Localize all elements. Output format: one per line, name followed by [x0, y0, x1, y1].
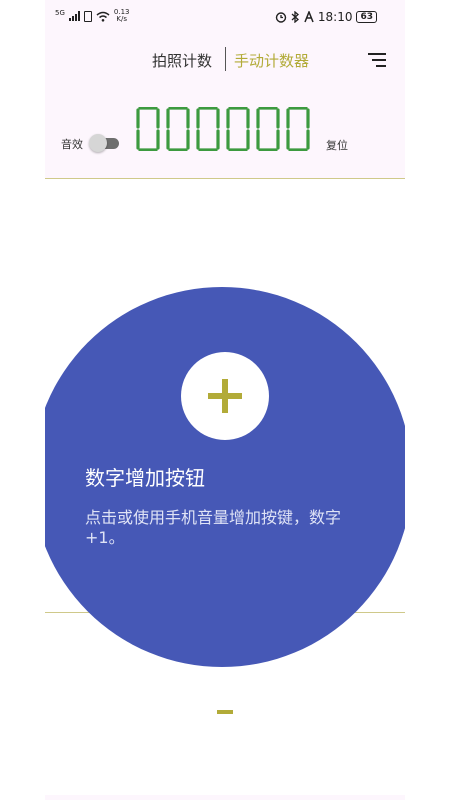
- counter-digit: 0: [256, 107, 280, 151]
- sound-label: 音效: [61, 138, 83, 151]
- clock: 18:10: [317, 10, 353, 24]
- bottom-strip: [45, 795, 405, 800]
- network-type: 5G: [55, 8, 65, 17]
- counter-digit: 0: [226, 107, 250, 151]
- decrement-button[interactable]: [205, 690, 245, 730]
- plus-icon-vertical: [222, 379, 228, 413]
- counter-row: 音效 000000 复位: [45, 105, 405, 157]
- network-speed: 0.13 K/s: [114, 9, 130, 23]
- counter-digit: 0: [166, 107, 190, 151]
- tooltip-description: 点击或使用手机音量增加按键，数字 +1。: [85, 508, 342, 547]
- battery-icon: 63: [356, 11, 377, 23]
- tooltip-title: 数字增加按钮: [85, 466, 205, 490]
- counter-digit: 0: [286, 107, 310, 151]
- status-left: 5G 0.13 K/s: [55, 9, 129, 23]
- tab-photo-count[interactable]: 拍照计数: [152, 50, 212, 71]
- counter-digit: 0: [196, 107, 220, 151]
- bluetooth-icon: [291, 11, 299, 23]
- nfc-icon: [304, 11, 314, 23]
- speed-unit: K/s: [116, 15, 127, 23]
- sim-icon: [83, 10, 92, 22]
- title-bar: 拍照计数 手动计数器: [45, 45, 405, 73]
- tab-divider: [225, 47, 226, 71]
- counter-display: 000000: [136, 107, 316, 153]
- reset-button[interactable]: 复位: [326, 137, 348, 153]
- menu-icon[interactable]: [368, 53, 386, 67]
- increment-button[interactable]: [181, 352, 269, 440]
- app-screen: 5G 0.13 K/s 18:10 63 拍照计数 手动计数器 音效 复位 数字…: [45, 0, 405, 800]
- counter-digit: 0: [136, 107, 160, 151]
- status-bar: 5G 0.13 K/s 18:10 63: [45, 0, 405, 36]
- alarm-icon: [275, 12, 287, 23]
- status-right: 18:10 63: [275, 10, 377, 24]
- tab-manual-counter[interactable]: 手动计数器: [234, 50, 309, 71]
- header-divider: [45, 178, 405, 179]
- minus-icon: [217, 710, 233, 714]
- wifi-icon: [96, 11, 110, 22]
- toggle-knob: [89, 134, 107, 152]
- signal-icon: [68, 11, 80, 21]
- sound-toggle[interactable]: [89, 134, 121, 152]
